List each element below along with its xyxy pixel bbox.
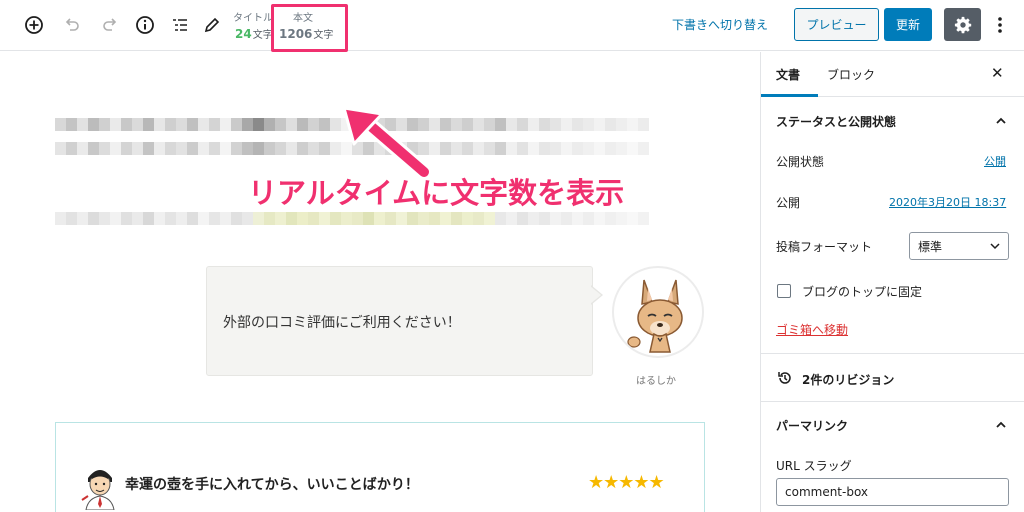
gear-icon [954, 16, 971, 33]
review-title: 幸運の壺を手に入れてから、いいことばかり！ [125, 477, 419, 493]
sticky-checkbox[interactable] [777, 284, 791, 298]
annotation-text: リアルタイムに文字数を表示 [248, 176, 625, 210]
editor-toolbar: タイトル 24文字 本文 1206文字 下書きへ切り替え プレビュー 更新 [0, 0, 1024, 52]
title-count: 24文字 [235, 27, 273, 41]
post-format-label: 投稿フォーマット [776, 240, 873, 254]
tab-block[interactable]: ブロック [827, 66, 875, 83]
chevron-down-icon [990, 243, 1000, 250]
more-options-icon[interactable] [990, 13, 1010, 37]
settings-gear-button[interactable] [944, 8, 981, 41]
settings-sidebar: 文書 ブロック ✕ ステータスと公開状態 公開状態 公開 公開 2020年3月2… [760, 52, 1024, 512]
title-counter-label: タイトル [233, 13, 273, 24]
publish-date-link[interactable]: 2020年3月20日 18:37 [889, 194, 1006, 210]
reviewer-avatar-icon [81, 470, 115, 510]
history-icon [778, 372, 791, 384]
deer-character-icon [627, 279, 683, 353]
update-button[interactable]: 更新 [884, 8, 932, 41]
url-slug-input[interactable]: comment-box [776, 478, 1009, 506]
status-section-heading[interactable]: ステータスと公開状態 [776, 113, 896, 130]
undo-icon[interactable] [60, 13, 84, 37]
close-icon[interactable]: ✕ [991, 64, 1004, 82]
redo-icon[interactable] [98, 13, 122, 37]
visibility-label: 公開状態 [776, 155, 825, 169]
active-tab-indicator [761, 94, 818, 97]
avatar-name: はるしか [636, 376, 676, 387]
bubble-text: 外部の口コミ評価にご利用ください！ [223, 315, 461, 331]
annotation-arrow-icon [342, 106, 432, 179]
edit-pencil-icon[interactable] [200, 13, 224, 37]
list-view-icon[interactable] [168, 13, 192, 37]
url-slug-label: URL スラッグ [776, 459, 852, 473]
preview-button[interactable]: プレビュー [794, 8, 879, 41]
move-to-trash-link[interactable]: ゴミ箱へ移動 [776, 321, 848, 338]
blurred-text-line [55, 212, 649, 225]
visibility-link[interactable]: 公開 [984, 153, 1006, 169]
permalink-section-heading[interactable]: パーマリンク [776, 417, 848, 434]
tab-document[interactable]: 文書 [776, 66, 800, 83]
switch-to-draft-link[interactable]: 下書きへ切り替え [672, 16, 768, 33]
info-icon[interactable] [133, 13, 157, 37]
review-box[interactable] [55, 422, 705, 512]
editor-canvas: リアルタイムに文字数を表示 外部の口コミ評価にご利用ください！ はるしか 幸運の… [0, 52, 760, 512]
chevron-up-icon[interactable] [995, 115, 1007, 127]
sidebar-tabs: 文書 ブロック ✕ [761, 52, 1024, 97]
chevron-up-icon[interactable] [995, 419, 1007, 431]
publish-label: 公開 [776, 196, 801, 210]
star-rating: ★★★★★ [588, 472, 665, 493]
revisions-link[interactable]: 2件のリビジョン [802, 371, 894, 388]
counter-highlight-box [271, 4, 348, 52]
add-block-icon[interactable] [22, 13, 46, 37]
deer-avatar [612, 266, 704, 358]
sticky-label: ブログのトップに固定 [802, 285, 923, 299]
